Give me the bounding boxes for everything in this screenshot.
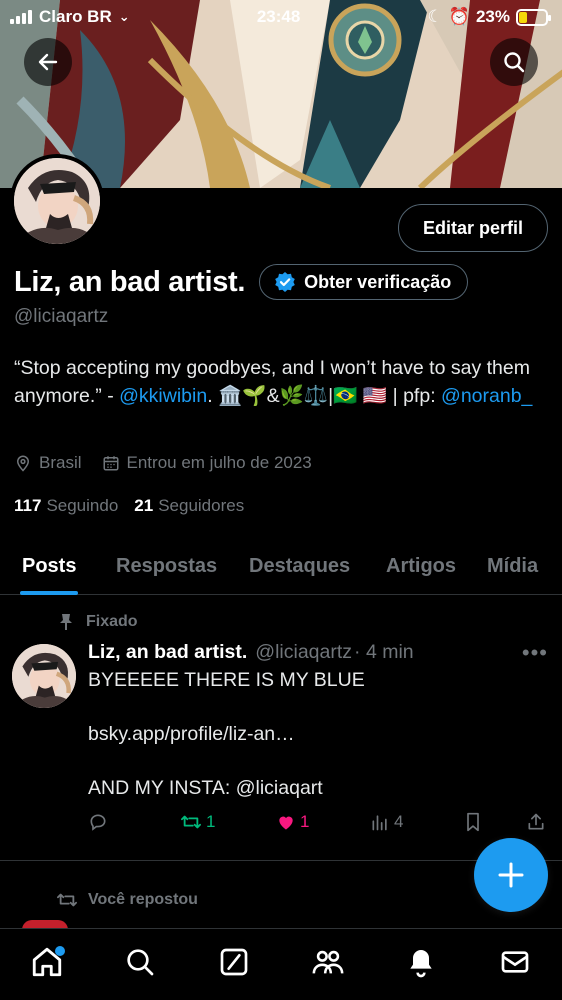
like-count: 1: [300, 812, 310, 831]
nav-home[interactable]: [23, 938, 71, 986]
repost-icon: [181, 815, 201, 829]
share-icon: [528, 813, 544, 830]
notifications-icon: [410, 949, 433, 977]
tab-articles[interactable]: Artigos: [386, 538, 456, 595]
moon-icon: ☾: [427, 7, 443, 26]
post-link[interactable]: bsky.app/profile/liz-an…: [88, 723, 295, 746]
profile-avatar[interactable]: [10, 154, 104, 248]
post-actions: 1 1 4: [88, 812, 548, 842]
alarm-icon: ⏰: [448, 7, 470, 26]
communities-icon: [312, 950, 344, 973]
nav-messages[interactable]: [491, 938, 539, 986]
profile-meta: Brasil Entrou em julho de 2023: [14, 453, 312, 473]
profile-tabs: Posts Respostas Destaques Artigos Mídia: [0, 538, 562, 595]
heart-icon: [279, 816, 293, 830]
nav-communities[interactable]: [304, 938, 352, 986]
post-author-handle[interactable]: @liciaqartz: [255, 641, 352, 664]
profile-bio: “Stop accepting my goodbyes, and I won’t…: [14, 354, 550, 410]
edit-profile-button[interactable]: Editar perfil: [397, 204, 548, 252]
search-icon: [127, 948, 154, 975]
calendar-icon: [103, 456, 119, 471]
bio-mention-link[interactable]: @noranb_: [441, 385, 532, 407]
reply-icon: [90, 814, 106, 831]
post-author-name[interactable]: Liz, an bad artist.: [88, 641, 247, 664]
signal-icon: [10, 10, 32, 24]
battery-percent: 23%: [475, 7, 510, 26]
bio-text: . 🏛️🌱&🌿⚖️|🇧🇷 🇺🇸 | pfp:: [207, 385, 442, 407]
share-button[interactable]: [526, 812, 546, 832]
pin-icon: [60, 614, 72, 630]
clock: 23:48: [256, 7, 301, 26]
verified-badge-icon: [275, 272, 295, 292]
location-text: Brasil: [39, 453, 82, 472]
repost-count: 1: [206, 812, 216, 831]
messages-icon: [501, 950, 529, 973]
bottom-navigation: [0, 928, 562, 1000]
following-label: Seguindo: [46, 496, 119, 515]
nav-grok[interactable]: [210, 938, 258, 986]
joined-date: Entrou em julho de 2023: [126, 453, 312, 472]
avatar-image: [12, 644, 76, 708]
bio-mention-link[interactable]: @kkiwibin: [119, 385, 207, 407]
search-icon: [504, 52, 525, 73]
post-header: Liz, an bad artist. @liciaqartz · 4 min: [88, 641, 414, 664]
plus-icon: [498, 862, 524, 888]
reply-button[interactable]: [88, 812, 108, 832]
nav-notifications[interactable]: [397, 938, 445, 986]
tab-highlights[interactable]: Destaques: [249, 538, 350, 595]
display-name: Liz, an bad artist.: [14, 265, 246, 298]
status-bar: Claro BR ⌄ 23:48 ☾ ⏰ 23%: [0, 0, 562, 34]
tab-replies[interactable]: Respostas: [116, 538, 217, 595]
post-more-icon[interactable]: •••: [522, 640, 548, 666]
post-text-line: AND MY INSTA: @liciaqart: [88, 777, 323, 799]
post-author-avatar[interactable]: [12, 644, 76, 708]
followers-label: Seguidores: [158, 496, 245, 515]
views-chart-icon: [372, 815, 387, 831]
like-button[interactable]: 1: [276, 812, 309, 832]
following-link[interactable]: 117 Seguindo: [14, 496, 118, 516]
search-button[interactable]: [490, 38, 538, 86]
bookmark-icon: [467, 812, 479, 832]
tab-media[interactable]: Mídia: [487, 538, 538, 595]
get-verified-label: Obter verificação: [304, 271, 452, 292]
avatar-image: [14, 158, 100, 244]
views-button[interactable]: 4: [370, 812, 403, 832]
nav-search[interactable]: [116, 938, 164, 986]
followers-count: 21: [134, 496, 154, 515]
battery-icon: [515, 8, 551, 26]
arrow-left-icon: [38, 53, 58, 71]
notification-dot: [54, 945, 65, 956]
repost-label: Você repostou: [88, 891, 198, 908]
carrier-name: Claro BR: [39, 7, 112, 26]
bookmark-button[interactable]: [464, 812, 482, 832]
post-text-line: BYEEEEE THERE IS MY BLUE: [88, 669, 365, 691]
location-pin-icon: [16, 455, 30, 472]
pinned-indicator: Fixado: [58, 613, 138, 631]
following-count: 117: [14, 496, 42, 515]
get-verified-button[interactable]: Obter verificação: [259, 264, 469, 300]
views-count: 4: [394, 812, 404, 831]
profile-handle: @liciaqartz: [14, 306, 109, 327]
repost-icon: [57, 893, 77, 907]
compose-post-button[interactable]: [474, 838, 548, 912]
wifi-icon: ⌄: [118, 9, 130, 24]
grok-icon: [220, 948, 248, 975]
back-button[interactable]: [24, 38, 72, 86]
pinned-label: Fixado: [86, 613, 138, 630]
repost-button[interactable]: 1: [180, 812, 215, 832]
tab-posts[interactable]: Posts: [19, 538, 79, 595]
repost-indicator: Você repostou: [56, 890, 198, 910]
post-timestamp[interactable]: · 4 min: [354, 641, 414, 664]
followers-link[interactable]: 21 Seguidores: [134, 496, 244, 516]
